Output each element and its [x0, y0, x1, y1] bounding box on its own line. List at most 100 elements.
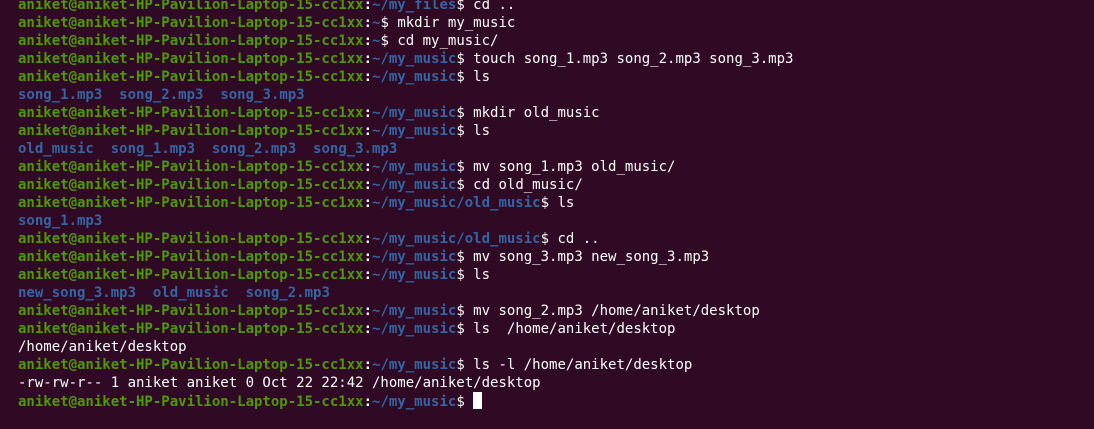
- output-line: song_1.mp3 song_2.mp3 song_3.mp3: [18, 86, 1094, 104]
- command-text: ls: [549, 195, 575, 211]
- listing-entry: old_music: [18, 141, 94, 157]
- listing-entry: song_1.mp3: [18, 87, 103, 103]
- prompt-user-host: aniket@aniket-HP-Pavilion-Laptop-15-cc1x…: [18, 105, 364, 121]
- prompt-colon: :: [363, 159, 373, 175]
- prompt-path: ~/my_music: [372, 105, 457, 121]
- prompt-user-host: aniket@aniket-HP-Pavilion-Laptop-15-cc1x…: [18, 231, 364, 247]
- prompt-line: aniket@aniket-HP-Pavilion-Laptop-15-cc1x…: [18, 158, 1094, 176]
- prompt-user-host: aniket@aniket-HP-Pavilion-Laptop-15-cc1x…: [18, 321, 364, 337]
- prompt-line: aniket@aniket-HP-Pavilion-Laptop-15-cc1x…: [18, 0, 1094, 14]
- prompt-dollar: $: [456, 177, 465, 193]
- prompt-dollar: $: [456, 51, 465, 67]
- prompt-line: aniket@aniket-HP-Pavilion-Laptop-15-cc1x…: [18, 248, 1094, 266]
- prompt-user-host: aniket@aniket-HP-Pavilion-Laptop-15-cc1x…: [18, 69, 364, 85]
- prompt-line: aniket@aniket-HP-Pavilion-Laptop-15-cc1x…: [18, 176, 1094, 194]
- prompt-colon: :: [363, 267, 373, 283]
- prompt-line: aniket@aniket-HP-Pavilion-Laptop-15-cc1x…: [18, 32, 1094, 50]
- command-text: cd ..: [549, 231, 600, 247]
- listing-entry: song_2.mp3: [245, 285, 330, 301]
- command-text: [465, 394, 473, 410]
- prompt-line: aniket@aniket-HP-Pavilion-Laptop-15-cc1x…: [18, 392, 1094, 410]
- listing-entry: song_3.mp3: [313, 141, 398, 157]
- prompt-dollar: $: [456, 159, 465, 175]
- prompt-colon: :: [363, 249, 373, 265]
- command-text: mv song_1.mp3 old_music/: [464, 159, 676, 175]
- prompt-colon: :: [363, 69, 373, 85]
- prompt-user-host: aniket@aniket-HP-Pavilion-Laptop-15-cc1x…: [18, 267, 364, 283]
- command-text: mkdir my_music: [388, 15, 516, 31]
- prompt-dollar: $: [456, 69, 465, 85]
- prompt-dollar: $: [380, 15, 389, 31]
- prompt-dollar: $: [456, 123, 465, 139]
- command-text: mv song_2.mp3 /home/aniket/desktop: [464, 303, 760, 319]
- listing-separator: [136, 285, 153, 301]
- prompt-user-host: aniket@aniket-HP-Pavilion-Laptop-15-cc1x…: [18, 0, 364, 13]
- listing-entry: song_1.mp3: [18, 213, 103, 229]
- prompt-path: ~/my_music: [372, 267, 457, 283]
- listing-entry: song_3.mp3: [220, 87, 305, 103]
- output-line: /home/aniket/desktop: [18, 338, 1094, 356]
- command-text: cd old_music/: [464, 177, 583, 193]
- listing-separator: [229, 285, 246, 301]
- prompt-path: ~/my_music/old_music: [372, 195, 541, 211]
- prompt-user-host: aniket@aniket-HP-Pavilion-Laptop-15-cc1x…: [18, 15, 364, 31]
- command-text: ls: [464, 69, 491, 85]
- listing-entry: new_song_3.mp3: [18, 285, 137, 301]
- prompt-path: ~/my_music: [372, 177, 457, 193]
- prompt-path: ~/my_music: [372, 159, 457, 175]
- prompt-colon: :: [363, 231, 373, 247]
- prompt-line: aniket@aniket-HP-Pavilion-Laptop-15-cc1x…: [18, 14, 1094, 32]
- prompt-path: ~/my_music: [372, 51, 457, 67]
- prompt-path: ~/my_music: [372, 123, 457, 139]
- prompt-colon: :: [363, 51, 373, 67]
- prompt-colon: :: [363, 0, 373, 13]
- listing-entry: song_2.mp3: [119, 87, 204, 103]
- listing-separator: [195, 141, 212, 157]
- terminal-window[interactable]: aniket@aniket-HP-Pavilion-Laptop-15-cc1x…: [0, 0, 1094, 429]
- prompt-colon: :: [363, 303, 373, 319]
- output-line: new_song_3.mp3 old_music song_2.mp3: [18, 284, 1094, 302]
- prompt-colon: :: [363, 177, 373, 193]
- prompt-line: aniket@aniket-HP-Pavilion-Laptop-15-cc1x…: [18, 302, 1094, 320]
- prompt-dollar: $: [456, 321, 465, 337]
- prompt-path: ~/my_files: [372, 0, 457, 13]
- output-text: -rw-rw-r-- 1 aniket aniket 0 Oct 22 22:4…: [18, 375, 541, 391]
- command-text: ls: [464, 267, 491, 283]
- prompt-user-host: aniket@aniket-HP-Pavilion-Laptop-15-cc1x…: [18, 33, 364, 49]
- prompt-user-host: aniket@aniket-HP-Pavilion-Laptop-15-cc1x…: [18, 357, 364, 373]
- prompt-line: aniket@aniket-HP-Pavilion-Laptop-15-cc1x…: [18, 122, 1094, 140]
- prompt-line: aniket@aniket-HP-Pavilion-Laptop-15-cc1x…: [18, 266, 1094, 284]
- prompt-user-host: aniket@aniket-HP-Pavilion-Laptop-15-cc1x…: [18, 159, 364, 175]
- prompt-dollar: $: [456, 394, 465, 410]
- prompt-line: aniket@aniket-HP-Pavilion-Laptop-15-cc1x…: [18, 68, 1094, 86]
- output-text: /home/aniket/desktop: [18, 339, 187, 355]
- prompt-path: ~/my_music/old_music: [372, 231, 541, 247]
- prompt-dollar: $: [540, 195, 550, 211]
- prompt-path: ~/my_music: [372, 303, 457, 319]
- command-text: cd ..: [464, 0, 516, 13]
- prompt-path: ~/my_music: [372, 321, 457, 337]
- prompt-colon: :: [363, 357, 373, 373]
- listing-entry: old_music: [152, 285, 229, 301]
- command-text: mkdir old_music: [464, 105, 600, 121]
- terminal-output: aniket@aniket-HP-Pavilion-Laptop-15-cc1x…: [18, 0, 1094, 410]
- command-text: ls /home/aniket/desktop: [464, 321, 676, 337]
- prompt-user-host: aniket@aniket-HP-Pavilion-Laptop-15-cc1x…: [18, 249, 364, 265]
- prompt-line: aniket@aniket-HP-Pavilion-Laptop-15-cc1x…: [18, 104, 1094, 122]
- prompt-user-host: aniket@aniket-HP-Pavilion-Laptop-15-cc1x…: [18, 51, 364, 67]
- prompt-colon: :: [363, 15, 373, 31]
- prompt-dollar: $: [380, 33, 389, 49]
- prompt-dollar: $: [540, 231, 550, 247]
- command-text: cd my_music/: [388, 33, 499, 49]
- prompt-colon: :: [363, 33, 373, 49]
- listing-separator: [94, 141, 111, 157]
- prompt-user-host: aniket@aniket-HP-Pavilion-Laptop-15-cc1x…: [18, 177, 364, 193]
- listing-separator: [203, 87, 220, 103]
- prompt-line: aniket@aniket-HP-Pavilion-Laptop-15-cc1x…: [18, 356, 1094, 374]
- output-line: -rw-rw-r-- 1 aniket aniket 0 Oct 22 22:4…: [18, 374, 1094, 392]
- prompt-colon: :: [363, 123, 373, 139]
- prompt-dollar: $: [456, 105, 465, 121]
- prompt-dollar: $: [456, 249, 465, 265]
- text-cursor[interactable]: [473, 392, 483, 409]
- prompt-dollar: $: [456, 0, 465, 13]
